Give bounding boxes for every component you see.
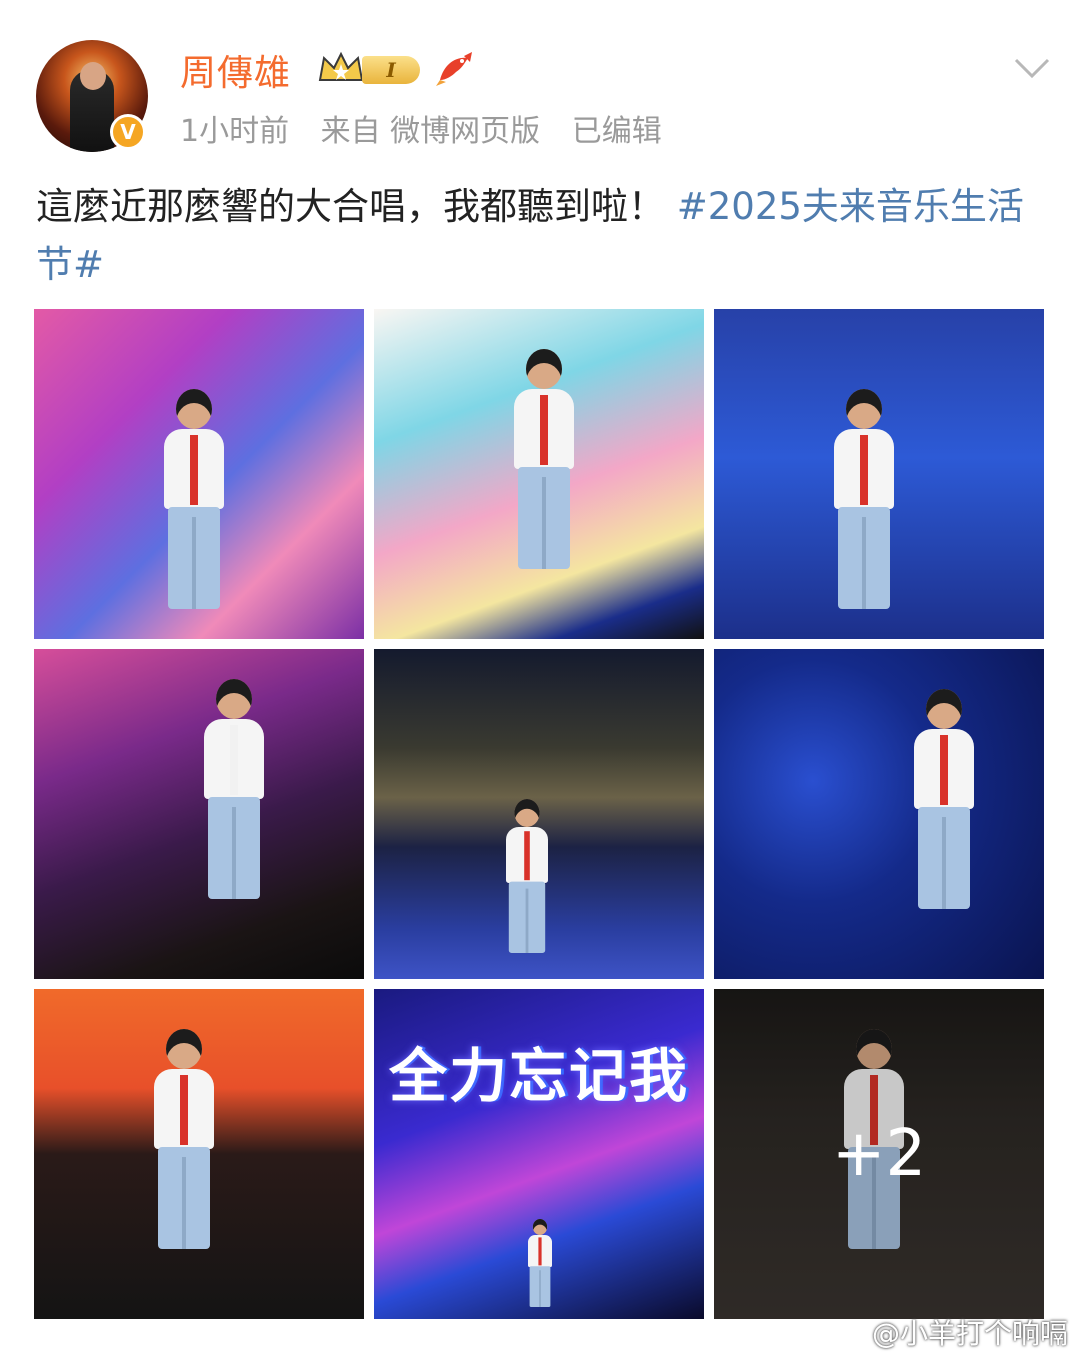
post-body: 這麼近那麼響的大合唱，我都聽到啦！: [36, 185, 665, 228]
chevron-down-icon[interactable]: [1012, 54, 1052, 82]
photo-grid: 全力忘记我 +2: [34, 309, 1044, 1319]
photo-9[interactable]: +2: [714, 989, 1044, 1319]
post-meta: 1小时前 来自 微博网页版 已编辑: [180, 106, 684, 150]
watermark-text: @小羊打个响嗝: [872, 1317, 1069, 1350]
avatar-head: [80, 62, 106, 90]
post-source[interactable]: 来自 微博网页版: [321, 114, 541, 149]
photo-1[interactable]: [34, 309, 364, 639]
crown-icon: [318, 51, 364, 81]
photo-3[interactable]: [714, 309, 1044, 639]
more-photos-count[interactable]: +2: [714, 989, 1044, 1319]
username[interactable]: 周傳雄: [180, 44, 291, 96]
koi-fish-icon: [436, 52, 472, 86]
photo-5[interactable]: [374, 649, 704, 979]
photo-8[interactable]: 全力忘记我: [374, 989, 704, 1319]
stage-screen-text: 全力忘记我: [388, 1042, 689, 1110]
photo-4[interactable]: [34, 649, 364, 979]
photo-2[interactable]: [374, 309, 704, 639]
post-time: 1小时前: [180, 114, 290, 149]
verified-icon: V: [110, 114, 146, 150]
watermark: @小羊打个响嗝: [836, 1312, 1068, 1352]
weibo-logo-icon: [837, 1324, 865, 1346]
level-badge: I: [362, 56, 420, 84]
photo-7[interactable]: [34, 989, 364, 1319]
edited-label[interactable]: 已编辑: [572, 114, 662, 149]
photo-6[interactable]: [714, 649, 1044, 979]
post-text: 這麼近那麼響的大合唱，我都聽到啦！ #2025夫来音乐生活节#: [36, 178, 1046, 294]
